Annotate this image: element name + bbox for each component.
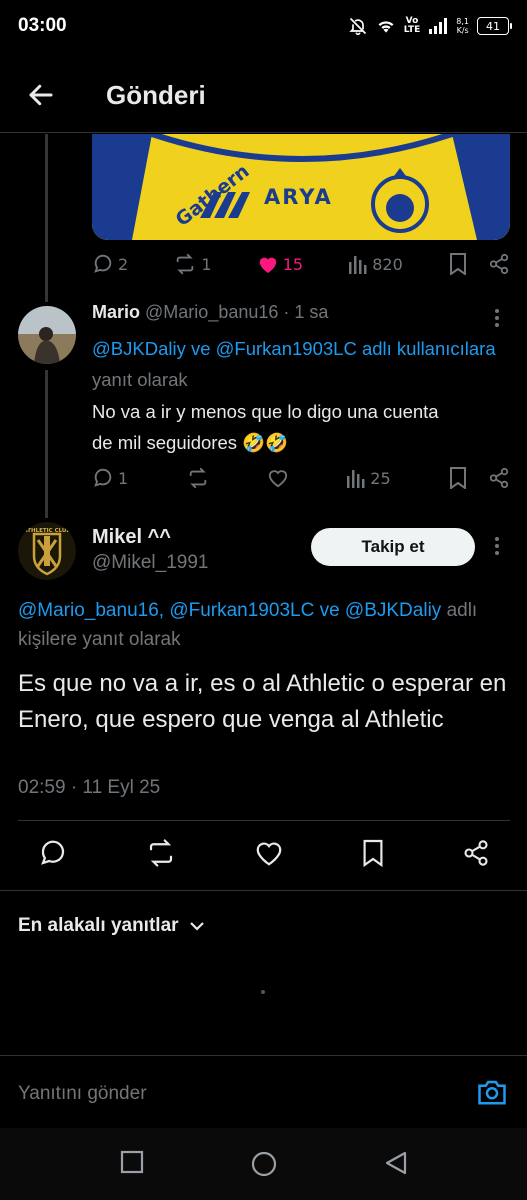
like-button[interactable] xyxy=(267,468,289,488)
repost-icon[interactable] xyxy=(145,838,177,868)
reply-icon xyxy=(94,468,112,487)
wifi-icon xyxy=(378,21,394,33)
follow-button[interactable]: Takip et xyxy=(311,528,475,566)
author-handle[interactable]: @Mario_banu16 xyxy=(145,302,278,322)
reply-composer xyxy=(0,1055,527,1125)
sort-replies-dropdown[interactable]: En alakalı yanıtlar xyxy=(18,915,205,937)
views-count: 25 xyxy=(370,468,391,488)
reply-text-line: No va a ir y menos que lo digo una cuent… xyxy=(92,401,439,422)
like-count: 15 xyxy=(282,254,304,274)
loading-indicator xyxy=(261,990,265,994)
more-options-icon[interactable] xyxy=(494,536,500,556)
athletic-club-logo: ATHLETIC CLUB xyxy=(18,522,76,580)
page-title: Gönderi xyxy=(106,80,206,110)
more-options-icon[interactable] xyxy=(494,308,500,328)
reply-to-suffix-b: kişilere yanıt olarak xyxy=(18,629,181,650)
reply-button[interactable]: 2 xyxy=(92,253,128,275)
heart-icon[interactable] xyxy=(254,839,284,867)
post-time: · 1 sa xyxy=(283,302,329,322)
reply-to-suffix: yanıt olarak xyxy=(92,369,188,390)
views-count: 820 xyxy=(372,254,403,274)
battery-icon: 41 xyxy=(477,17,512,35)
net-speed-unit: K/s xyxy=(456,26,469,35)
author-name[interactable]: Mario xyxy=(92,302,140,322)
reply-to-line: @BJKDaliy ve @Furkan1903LC adlı kullanıc… xyxy=(92,333,512,395)
sort-label: En alakalı yanıtlar xyxy=(18,915,179,936)
views-icon xyxy=(349,256,367,274)
net-speed: 8,1 K/s xyxy=(456,17,469,35)
heart-filled-icon xyxy=(259,257,276,274)
views-button[interactable]: 820 xyxy=(348,254,403,274)
reply-body: No va a ir y menos que lo digo una cuent… xyxy=(92,396,522,458)
parent-post-actions: 2 1 15 820 xyxy=(92,253,510,275)
share-icon[interactable] xyxy=(462,839,490,867)
avatar-image xyxy=(18,306,76,364)
back-arrow-icon[interactable] xyxy=(26,80,56,110)
author-handle[interactable]: @Mikel_1991 xyxy=(92,552,208,574)
header-divider xyxy=(0,132,527,133)
status-time: 03:00 xyxy=(18,15,67,36)
back-triangle-icon[interactable] xyxy=(383,1150,409,1176)
reply-icon[interactable] xyxy=(38,838,68,868)
repost-count: 1 xyxy=(201,254,212,274)
thread-line xyxy=(45,134,48,302)
volte-indicator: Vo LTE xyxy=(404,17,421,35)
heart-icon xyxy=(268,470,287,488)
battery-level: 41 xyxy=(486,19,500,33)
views-button[interactable]: 25 xyxy=(346,468,391,488)
views-icon xyxy=(347,470,365,488)
mute-notifications-icon xyxy=(349,17,366,36)
status-icons: Vo LTE 8,1 K/s 41 xyxy=(348,16,512,36)
divider xyxy=(0,890,527,891)
post-timestamp: 02:59 · 11 Eyl 25 xyxy=(18,777,161,798)
reply-count: 2 xyxy=(118,254,129,274)
recents-square-icon[interactable] xyxy=(120,1150,144,1174)
reply-to-mentions[interactable]: @BJKDaliy ve @Furkan1903LC adlı kullanıc… xyxy=(92,338,496,359)
avatar[interactable]: ATHLETIC CLUB xyxy=(18,522,76,580)
reply-header: Mario @Mario_banu16 · 1 sa xyxy=(92,302,328,323)
bookmark-icon[interactable] xyxy=(448,253,468,275)
reply-to-line: @Mario_banu16, @Furkan1903LC ve @BJKDali… xyxy=(18,596,527,654)
reply-text-line: de mil seguidores 🤣🤣 xyxy=(92,432,289,453)
bookmark-share-group xyxy=(448,253,510,275)
signal-icon xyxy=(429,18,448,34)
volte-lte: LTE xyxy=(403,25,421,35)
author-name[interactable]: Mikel ^^ xyxy=(92,526,171,549)
bookmark-icon[interactable] xyxy=(448,467,468,489)
jersey-sponsor-text: ARYA xyxy=(264,185,333,209)
divider xyxy=(18,820,510,821)
chevron-down-icon xyxy=(189,922,204,931)
reply-button[interactable]: 1 xyxy=(92,467,128,489)
repost-button[interactable]: 1 xyxy=(173,253,212,275)
reply-input[interactable] xyxy=(18,1083,438,1105)
reply-actions: 1 25 xyxy=(92,467,510,489)
share-icon[interactable] xyxy=(488,467,510,489)
post-body: Es que no va a ir, es o al Athletic o es… xyxy=(18,670,507,733)
jersey-illustration: Gathern ARYA xyxy=(92,134,510,240)
repost-button[interactable] xyxy=(186,467,210,489)
avatar[interactable] xyxy=(18,306,76,364)
reply-to-mentions[interactable]: @Mario_banu16, @Furkan1903LC ve @BJKDali… xyxy=(18,600,441,621)
net-speed-value: 8,1 xyxy=(456,17,469,26)
avatar-label: ATHLETIC CLUB xyxy=(23,528,70,534)
main-post-actions xyxy=(38,838,490,868)
thread-line xyxy=(45,370,48,518)
repost-icon xyxy=(177,253,194,275)
system-navigation-bar xyxy=(0,1128,527,1200)
post-image[interactable]: Gathern ARYA xyxy=(92,134,510,240)
header: Gönderi xyxy=(0,62,527,132)
reply-count: 1 xyxy=(118,468,129,488)
home-circle-icon[interactable] xyxy=(250,1150,278,1178)
camera-icon[interactable] xyxy=(477,1078,507,1106)
bookmark-share-group xyxy=(448,467,510,489)
reply-icon xyxy=(94,254,112,273)
reply-to-suffix-a: adlı xyxy=(446,600,478,621)
like-button[interactable]: 15 xyxy=(257,254,303,274)
share-icon[interactable] xyxy=(488,253,510,275)
bookmark-icon[interactable] xyxy=(361,839,385,867)
status-bar: 03:00 Vo LTE 8,1 K/s 41 xyxy=(0,0,527,52)
repost-icon xyxy=(189,467,206,489)
